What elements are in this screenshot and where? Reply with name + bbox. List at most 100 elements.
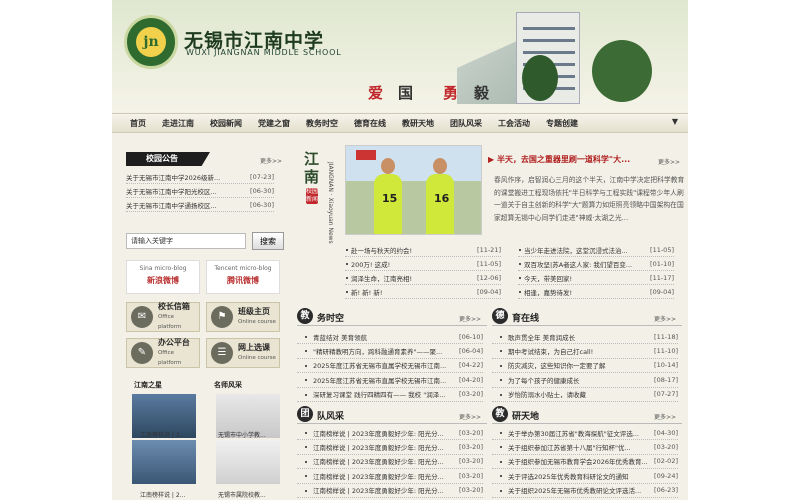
section-item[interactable]: 关于组织2025年无锡市优秀教研论文评选活... [06-23]: [492, 484, 678, 498]
search-button[interactable]: 搜索: [252, 232, 284, 250]
nav-item[interactable]: 首页: [130, 118, 146, 129]
notice-item[interactable]: 关于无锡市江南中学通扬校区... [06-30]: [126, 198, 274, 212]
student-figure: 16: [426, 158, 454, 234]
campus-more-link[interactable]: 更多>>: [658, 157, 680, 166]
section-item[interactable]: 江南榜样说 | 2023年度勇毅好少年: 阳光分... [03-20]: [297, 455, 483, 470]
online-course-button[interactable]: ☰ 网上选课 Online course: [206, 338, 280, 368]
school-logo[interactable]: jn: [124, 15, 178, 69]
section-more-link[interactable]: 更多>>: [459, 314, 481, 323]
notice-item[interactable]: 关于无锡市江南中学2026级新... [07-23]: [126, 170, 274, 184]
school-name-en: WUXI JIANGNAN MIDDLE SCHOOL: [186, 48, 342, 57]
campus-hero-image[interactable]: 15 16: [345, 145, 482, 235]
office-platform-button[interactable]: ✎ 办公平台 Office platform: [126, 338, 200, 368]
notice-list: 关于无锡市江南中学2026级新... [07-23] 关于无锡市江南中学阳光校区.…: [126, 170, 274, 212]
campus-headline[interactable]: ▶ 半天，去国之重器里刷一道科学"大...: [488, 154, 630, 165]
pine-image: [522, 55, 558, 101]
notice-more-link[interactable]: 更多>>: [260, 156, 282, 165]
campus-badge: 校园新闻: [306, 188, 319, 204]
class-homepage-button[interactable]: ⚑ 班级主页 Online course: [206, 302, 280, 332]
student-star-title: 江南之星: [134, 381, 162, 389]
nav-item[interactable]: 团队风采: [450, 118, 482, 129]
section-item[interactable]: 期中考试结束，为自己打call! [11-10]: [492, 344, 678, 359]
news-item[interactable]: 200万! 这成! [11-05]: [345, 257, 501, 271]
campus-subtitle: JIANGNAN · Xiaoyuan News: [327, 162, 334, 244]
section-item[interactable]: 关于举办第30届江苏省"教海探航"征文评选... [04-30]: [492, 426, 678, 441]
section-research: 教研天地 更多>> 关于举办第30届江苏省"教海探航"征文评选... [04-30]…: [492, 406, 682, 500]
section-item[interactable]: 江南榜样说 | 2023年度勇毅好少年: 阳光分... [03-20]: [297, 484, 483, 498]
section-moral: 德育在线 更多>> 歌声贯全年 美育润成长 [11-18] 期中考试结束，为自己打c…: [492, 308, 682, 402]
nav-item[interactable]: 工会活动: [498, 118, 530, 129]
section-item[interactable]: "精研精教明方向，跨科融通育素养"——聚... [06-04]: [297, 344, 483, 359]
student-caption[interactable]: 江南榜样说 | 2...: [140, 490, 185, 499]
flag-shape: [356, 150, 376, 160]
section-item[interactable]: 江南榜样说 | 2023年度勇毅好少年: 阳光分... [03-20]: [297, 426, 483, 441]
section-item[interactable]: 岁怡防溺水小贴士，请收藏 [07-27]: [492, 388, 678, 402]
section-team: 团队风采 更多>> 江南榜样说 | 2023年度勇毅好少年: 阳光分... [03-…: [297, 406, 487, 500]
section-item[interactable]: 关于评选2025年优秀教育科研论文的通知 [09-24]: [492, 469, 678, 484]
section-more-link[interactable]: 更多>>: [654, 314, 676, 323]
news-item[interactable]: 新! 新! 新! [09-04]: [345, 285, 501, 299]
notice-item[interactable]: 关于无锡市江南中学阳光校区... [06-30]: [126, 184, 274, 198]
course-icon: ☰: [211, 342, 233, 364]
section-item[interactable]: 江南榜样说 | 2023年度勇毅好少年: 阳光分... [03-20]: [297, 469, 483, 484]
student-caption[interactable]: 江南榜样说 | 2...: [140, 430, 185, 439]
section-more-link[interactable]: 更多>>: [654, 412, 676, 421]
news-item[interactable]: 赴一场与秋天的约会! [11-21]: [345, 243, 501, 257]
student-figure: 15: [374, 158, 402, 234]
nav-item[interactable]: 教务时空: [306, 118, 338, 129]
section-item[interactable]: 关于组织参加无锡市教育学会2026年优秀教育... [02-02]: [492, 455, 678, 470]
teacher-caption[interactable]: 无锡市属院校教...: [218, 490, 266, 499]
news-item[interactable]: 今天，带美回家! [11-17]: [518, 271, 674, 285]
motto-char: 爱: [368, 84, 384, 102]
teacher-photo[interactable]: [216, 440, 280, 484]
nav-item[interactable]: 专题创建: [546, 118, 578, 129]
motto-char: 毅: [474, 84, 490, 102]
nav-item[interactable]: 校园新闻: [210, 118, 242, 129]
section-item[interactable]: 青蓝结对 美育领航 [06-10]: [297, 330, 483, 345]
right-margin: [688, 0, 800, 500]
nav-item[interactable]: 党建之窗: [258, 118, 290, 129]
tencent-weibo-link[interactable]: Tencent micro-blog 腾讯微博: [206, 260, 280, 294]
news-item[interactable]: 润泽生命，江南亮相! [12-06]: [345, 271, 501, 285]
nav-item[interactable]: 走进江南: [162, 118, 194, 129]
section-item[interactable]: 歌声贯全年 美育润成长 [11-18]: [492, 330, 678, 345]
section-academic: 教务时空 更多>> 青蓝结对 美育领航 [06-10] "精研精教明方向，跨科融通育…: [297, 308, 487, 402]
news-item[interactable]: 双百攻坚|苏A者这人家: 我们望百变... [01-10]: [518, 257, 674, 271]
nav-item[interactable]: 德育在线: [354, 118, 386, 129]
left-margin: [0, 0, 112, 500]
news-item[interactable]: 当少年走进法院，这堂沉浸式法治... [11-05]: [518, 243, 674, 257]
section-badge: 德: [492, 308, 508, 324]
section-more-link[interactable]: 更多>>: [459, 412, 481, 421]
notice-title: 校园公告: [126, 152, 210, 166]
section-title: 研天地: [512, 412, 540, 422]
principal-mailbox-button[interactable]: ✉ 校长信箱 Office platform: [126, 302, 200, 332]
campus-title-char: 江: [304, 150, 320, 168]
nav-arrow-icon[interactable]: ▼: [672, 117, 678, 126]
section-badge: 教: [492, 406, 508, 422]
section-item[interactable]: 2025年度江苏省无锡市直属学校无锡市江南... [04-22]: [297, 359, 483, 374]
nav-item[interactable]: 教研天地: [402, 118, 434, 129]
section-item[interactable]: 江南榜样说 | 2023年度勇毅好少年: 阳光分... [03-20]: [297, 440, 483, 455]
student-photo[interactable]: [132, 440, 196, 484]
campus-news-list: 赴一场与秋天的约会! [11-21] 200万! 这成! [11-05] 润泽生命，…: [345, 243, 501, 299]
section-badge: 教: [297, 308, 313, 324]
campus-news-list: 当少年走进法院，这堂沉浸式法治... [11-05] 双百攻坚|苏A者这人家: 我…: [518, 243, 674, 299]
motto-char: 国: [398, 84, 414, 102]
section-item[interactable]: 2025年度江苏省无锡市直属学校无锡市江南... [04-20]: [297, 373, 483, 388]
page-container: jn 无锡市江南中学 WUXI JIANGNAN MIDDLE SCHOOL 爱…: [112, 0, 688, 500]
section-item[interactable]: 为了每个孩子的健康成长 [08-17]: [492, 373, 678, 388]
header-banner: jn 无锡市江南中学 WUXI JIANGNAN MIDDLE SCHOOL 爱…: [112, 0, 688, 112]
teacher-caption[interactable]: 无锡市中小学教...: [218, 430, 266, 439]
section-badge: 团: [297, 406, 313, 422]
news-item[interactable]: 相逢，嘉势待发! [09-04]: [518, 285, 674, 299]
mailbox-icon: ✉: [131, 306, 153, 328]
campus-summary: 春风作序，启智润心三月的这个半天，江南中学决定把科学教育的课堂搬进工程现场依托"…: [494, 176, 685, 222]
campus-title-char: 南: [304, 168, 320, 186]
section-title: 育在线: [512, 314, 540, 324]
search-input[interactable]: [126, 233, 246, 249]
section-item[interactable]: 防灾减灾，这些知识你一定要了解 [10-14]: [492, 359, 678, 374]
pen-icon: ✎: [131, 342, 153, 364]
section-item[interactable]: 深研复习课堂 践行四精四有—— 我校 "润泽... [03-20]: [297, 388, 483, 402]
section-item[interactable]: 关于组织参加江苏省第十八届"行知杯"优... [03-20]: [492, 440, 678, 455]
sina-weibo-link[interactable]: Sina micro-blog 新浪微博: [126, 260, 200, 294]
